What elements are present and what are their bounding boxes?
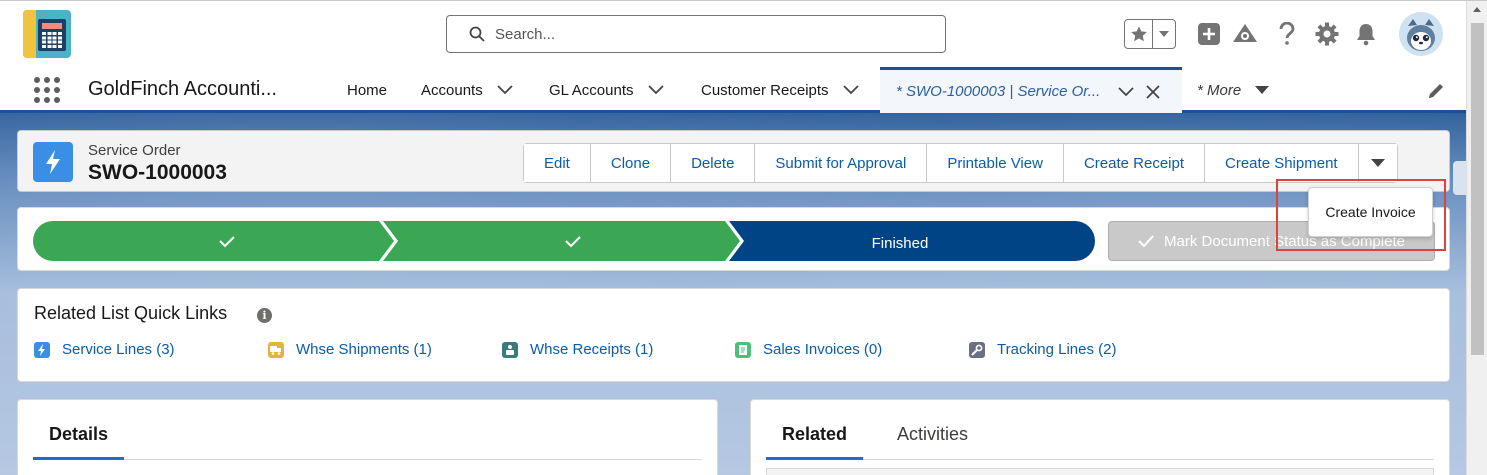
scrollbar-thumb[interactable] xyxy=(1471,23,1484,355)
search-input[interactable] xyxy=(495,25,915,43)
app-name: GoldFinch Accounti... xyxy=(88,78,277,100)
nav-more-label: * More xyxy=(1197,81,1242,99)
path-current-stage[interactable]: Finished xyxy=(800,235,1000,252)
chevron-down-icon[interactable] xyxy=(497,82,513,98)
nav-item-label: Customer Receipts xyxy=(701,81,829,99)
record-header: Service Order SWO-1000003 Edit Clone Del… xyxy=(17,130,1450,192)
add-icon[interactable] xyxy=(1196,21,1222,47)
clone-button[interactable]: Clone xyxy=(590,144,672,182)
printable-view-button[interactable]: Printable View xyxy=(927,144,1064,182)
avatar[interactable] xyxy=(1399,12,1443,56)
page-scrollbar[interactable] xyxy=(1466,1,1487,475)
quick-link-sales-invoices[interactable]: Sales Invoices (0) xyxy=(735,341,882,358)
quick-link-whse-shipments[interactable]: Whse Shipments (1) xyxy=(268,341,432,358)
chevron-down-icon[interactable] xyxy=(1153,20,1175,48)
nav-item-label: Home xyxy=(347,81,388,99)
record-type: Service Order xyxy=(88,142,181,159)
related-tab-strip: Related Activities xyxy=(766,400,1434,460)
favorites-button-group xyxy=(1124,19,1176,49)
wrench-icon xyxy=(969,341,985,358)
tab-details[interactable]: Details xyxy=(33,424,125,460)
nav-more-menu[interactable]: * More xyxy=(1197,67,1271,113)
quick-link-label: Whse Receipts (1) xyxy=(530,341,654,358)
quick-link-service-lines[interactable]: Service Lines (3) xyxy=(34,341,175,358)
path-card: Finished Mark Document Status as Complet… xyxy=(17,207,1450,271)
info-icon[interactable]: i xyxy=(257,308,272,323)
utility-side-tab[interactable] xyxy=(1453,161,1466,195)
trailhead-icon[interactable] xyxy=(1232,21,1258,47)
details-card: Details xyxy=(17,399,718,475)
scroll-up-arrow-icon[interactable] xyxy=(1473,7,1481,12)
receipt-icon xyxy=(502,341,518,358)
tab-related[interactable]: Related xyxy=(766,424,864,460)
path-stage-2 xyxy=(383,221,740,261)
quick-link-label: Whse Shipments (1) xyxy=(296,341,432,358)
app-logo[interactable] xyxy=(23,10,71,58)
chevron-down-icon[interactable] xyxy=(647,82,664,98)
nav-item-customer-receipts[interactable]: Customer Receipts xyxy=(701,67,859,113)
service-order-lightning-icon xyxy=(33,142,73,182)
nav-item-home[interactable]: Home xyxy=(347,67,387,113)
nav-item-label: GL Accounts xyxy=(549,81,634,99)
app-launcher-icon[interactable] xyxy=(33,76,61,104)
setup-gear-icon[interactable] xyxy=(1314,21,1340,47)
search-icon xyxy=(469,26,485,42)
help-icon[interactable] xyxy=(1274,21,1300,47)
nav-item-gl-accounts[interactable]: GL Accounts xyxy=(549,67,664,113)
tab-activities[interactable]: Activities xyxy=(881,424,984,458)
related-list-quick-links: Related List Quick Links i Service Lines… xyxy=(17,288,1450,382)
invoice-icon xyxy=(735,341,751,358)
related-card: Related Activities xyxy=(750,399,1450,475)
related-list-container xyxy=(766,468,1434,475)
nav-item-accounts[interactable]: Accounts xyxy=(421,67,513,113)
nav-item-label: Accounts xyxy=(421,81,483,99)
edit-nav-pencil-icon[interactable] xyxy=(1426,81,1446,101)
more-actions-button[interactable] xyxy=(1358,144,1397,182)
create-receipt-button[interactable]: Create Receipt xyxy=(1063,144,1206,182)
more-actions-dropdown: Create Invoice xyxy=(1308,187,1433,237)
quick-link-tracking-lines[interactable]: Tracking Lines (2) xyxy=(969,341,1117,358)
caret-down-icon xyxy=(1370,159,1385,167)
lightning-icon xyxy=(34,341,50,358)
chevron-down-icon[interactable] xyxy=(842,82,859,98)
delete-button[interactable]: Delete xyxy=(671,144,756,182)
submit-for-approval-button[interactable]: Submit for Approval xyxy=(755,144,928,182)
quick-link-label: Sales Invoices (0) xyxy=(763,341,883,358)
check-icon xyxy=(1138,235,1154,247)
quick-link-label: Service Lines (3) xyxy=(62,341,175,358)
quick-link-label: Tracking Lines (2) xyxy=(997,341,1117,358)
path-stage-1 xyxy=(33,221,394,261)
chevron-down-icon[interactable] xyxy=(1118,84,1134,100)
close-icon[interactable] xyxy=(1146,84,1162,100)
quick-link-whse-receipts[interactable]: Whse Receipts (1) xyxy=(502,341,653,358)
logo-tab xyxy=(23,10,36,58)
tab-label: * SWO-1000003 | Service Or... xyxy=(896,83,1101,100)
create-shipment-button[interactable]: Create Shipment xyxy=(1205,144,1359,182)
calculator-icon xyxy=(38,19,66,51)
favorites-star-icon[interactable] xyxy=(1125,20,1153,48)
details-tab-strip: Details xyxy=(33,400,702,460)
record-name: SWO-1000003 xyxy=(88,161,227,184)
edit-button[interactable]: Edit xyxy=(524,144,591,182)
caret-down-icon[interactable] xyxy=(1255,82,1271,98)
global-search[interactable] xyxy=(446,15,946,53)
record-actions: Edit Clone Delete Submit for Approval Pr… xyxy=(523,143,1398,183)
tab-service-order-record[interactable]: * SWO-1000003 | Service Or... xyxy=(880,67,1182,113)
quick-links-title: Related List Quick Links xyxy=(34,303,228,323)
create-invoice-menu-item[interactable]: Create Invoice xyxy=(1325,204,1415,220)
truck-icon xyxy=(268,341,284,358)
notifications-bell-icon[interactable] xyxy=(1353,21,1379,47)
navigation-bar: GoldFinch Accounti... Home Accounts GL A… xyxy=(0,67,1466,113)
global-header xyxy=(0,1,1466,67)
